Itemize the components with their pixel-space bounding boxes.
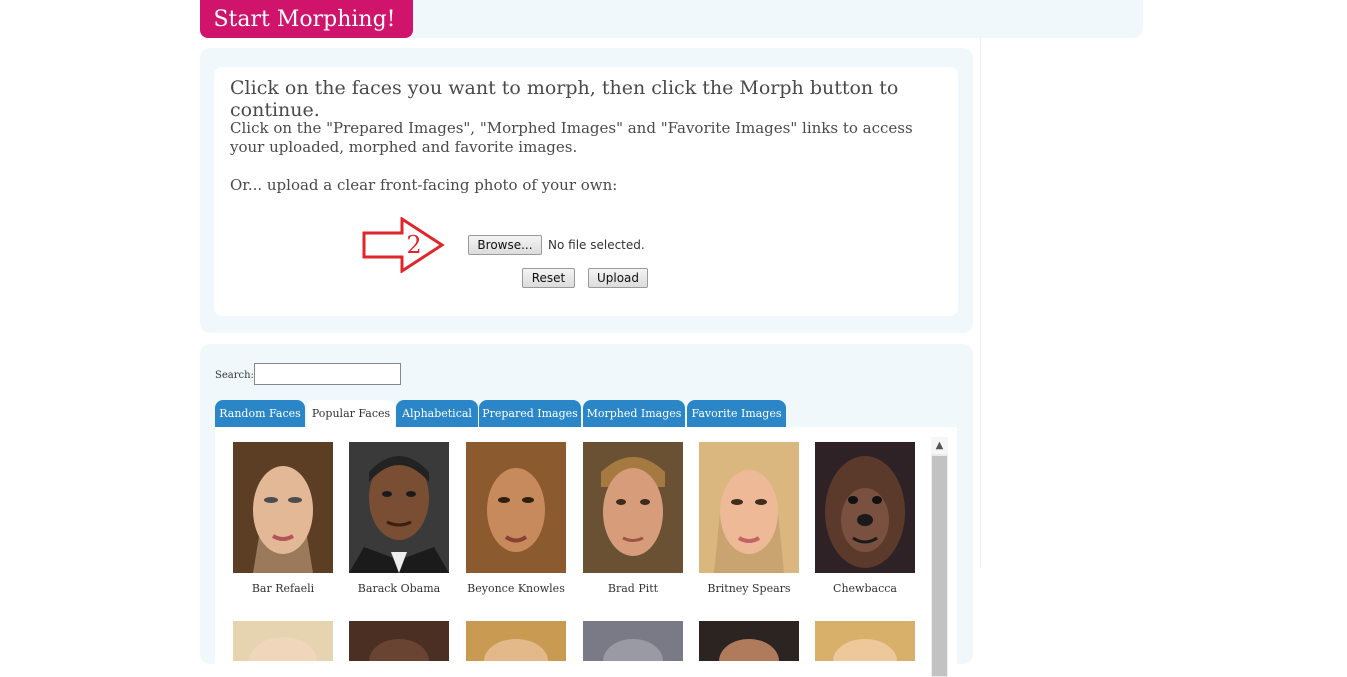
tab-popular-faces[interactable]: Popular Faces xyxy=(307,400,395,427)
upload-button[interactable]: Upload xyxy=(588,268,648,288)
instruction-headline: Click on the faces you want to morph, th… xyxy=(230,77,899,121)
face-thumbnail-row2-3[interactable] xyxy=(466,621,566,661)
browse-button[interactable]: Browse... xyxy=(468,235,542,255)
start-morphing-button[interactable]: Start Morphing! xyxy=(200,0,413,38)
face-thumbnail-chewbacca[interactable] xyxy=(815,442,915,573)
face-thumbnail-row2-1[interactable] xyxy=(233,621,333,661)
search-label: Search: xyxy=(215,370,254,381)
tab-prepared-images[interactable]: Prepared Images xyxy=(479,400,581,427)
instruction-links-text: Click on the "Prepared Images", "Morphed… xyxy=(230,119,913,156)
face-thumbnail-beyonce-knowles[interactable] xyxy=(466,442,566,573)
faces-panel: Search: Random Faces Popular Faces Alpha… xyxy=(200,344,973,677)
tab-favorite-images[interactable]: Favorite Images xyxy=(687,400,786,427)
annotation-number: 2 xyxy=(406,231,421,259)
face-name-label: Brad Pitt xyxy=(607,582,659,595)
upload-prompt-text: Or... upload a clear front-facing photo … xyxy=(230,176,618,194)
upload-card: Click on the faces you want to morph, th… xyxy=(214,67,958,316)
tab-random-faces[interactable]: Random Faces xyxy=(215,400,305,427)
face-thumbnail-barack-obama[interactable] xyxy=(349,442,449,573)
search-input[interactable] xyxy=(254,363,401,385)
scroll-thumb[interactable] xyxy=(932,456,947,676)
face-thumbnail-row2-6[interactable] xyxy=(815,621,915,661)
tab-morphed-images[interactable]: Morphed Images xyxy=(583,400,685,427)
sidebar-divider xyxy=(980,38,981,568)
faces-grid: Bar Refaeli Barack Obama Beyonce Knowles xyxy=(215,427,957,677)
face-name-label: Chewbacca xyxy=(833,582,897,595)
face-name-label: Beyonce Knowles xyxy=(467,582,565,595)
face-thumbnail-brad-pitt[interactable] xyxy=(583,442,683,573)
faces-scrollbar[interactable]: ▲ xyxy=(931,437,948,677)
face-thumbnail-row2-5[interactable] xyxy=(699,621,799,661)
file-status-text: No file selected. xyxy=(548,238,645,252)
face-thumbnail-row2-4[interactable] xyxy=(583,621,683,661)
upload-panel: Click on the faces you want to morph, th… xyxy=(200,48,973,333)
scroll-up-icon[interactable]: ▲ xyxy=(931,437,948,454)
face-name-label: Britney Spears xyxy=(707,582,791,595)
face-thumbnail-britney-spears[interactable] xyxy=(699,442,799,573)
face-thumbnail-row2-2[interactable] xyxy=(349,621,449,661)
face-name-label: Barack Obama xyxy=(357,582,441,595)
reset-button[interactable]: Reset xyxy=(522,268,575,288)
face-name-label: Bar Refaeli xyxy=(251,582,315,595)
face-thumbnail-bar-refaeli[interactable] xyxy=(233,442,333,573)
annotation-arrow-icon: 2 xyxy=(362,217,445,273)
tab-alphabetical[interactable]: Alphabetical xyxy=(396,400,478,427)
